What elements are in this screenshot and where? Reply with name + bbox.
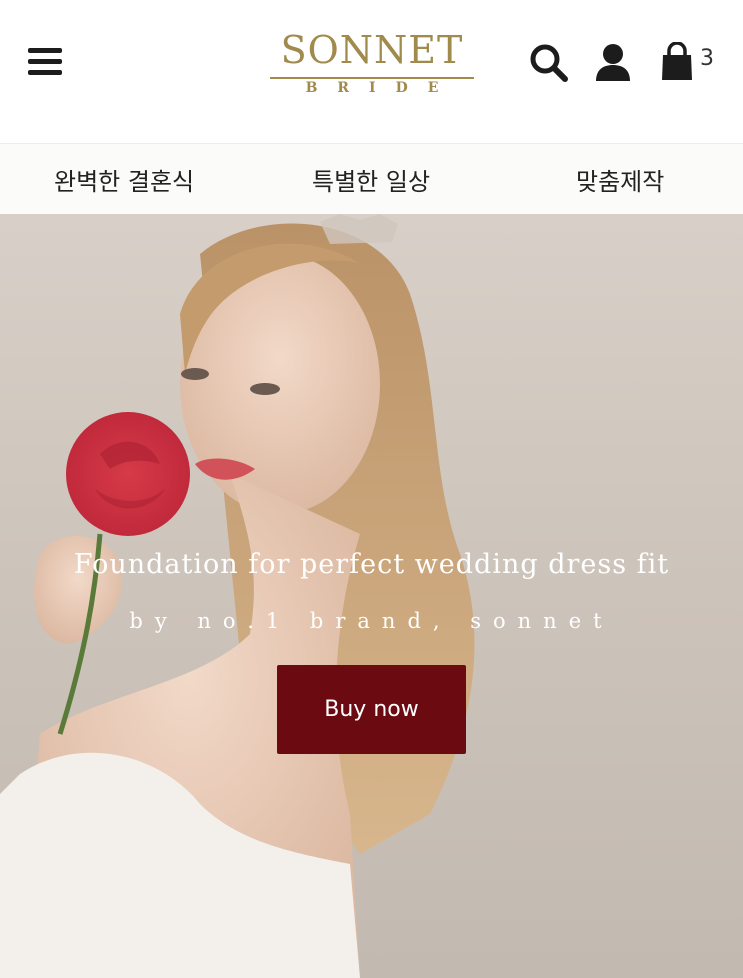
logo-subtitle: BRIDE xyxy=(305,80,459,96)
search-icon[interactable] xyxy=(529,43,569,83)
hero-title: Foundation for perfect wedding dress fit xyxy=(73,549,670,580)
shopping-bag-icon[interactable] xyxy=(660,42,694,82)
logo-wordmark: SONNET xyxy=(280,28,464,72)
buy-now-button[interactable]: Buy now xyxy=(277,665,466,754)
logo-divider xyxy=(270,77,474,79)
hamburger-menu-icon[interactable] xyxy=(28,48,64,76)
nav-item-perfect-wedding[interactable]: 완벽한 결혼식 xyxy=(54,162,194,197)
category-nav: 완벽한 결혼식 특별한 일상 맞춤제작 xyxy=(0,143,743,214)
site-header: SONNET BRIDE 3 xyxy=(0,0,743,143)
nav-item-special-daily[interactable]: 특별한 일상 xyxy=(312,162,430,197)
user-icon[interactable] xyxy=(594,43,632,83)
hero-banner: Foundation for perfect wedding dress fit… xyxy=(0,214,743,978)
hero-subtitle: by no.1 brand, sonnet xyxy=(129,609,614,633)
hero-image xyxy=(0,214,475,978)
nav-item-custom-made[interactable]: 맞춤제작 xyxy=(576,162,664,197)
brand-logo[interactable]: SONNET BRIDE xyxy=(268,30,476,100)
cart-count-badge[interactable]: 3 xyxy=(700,46,714,71)
